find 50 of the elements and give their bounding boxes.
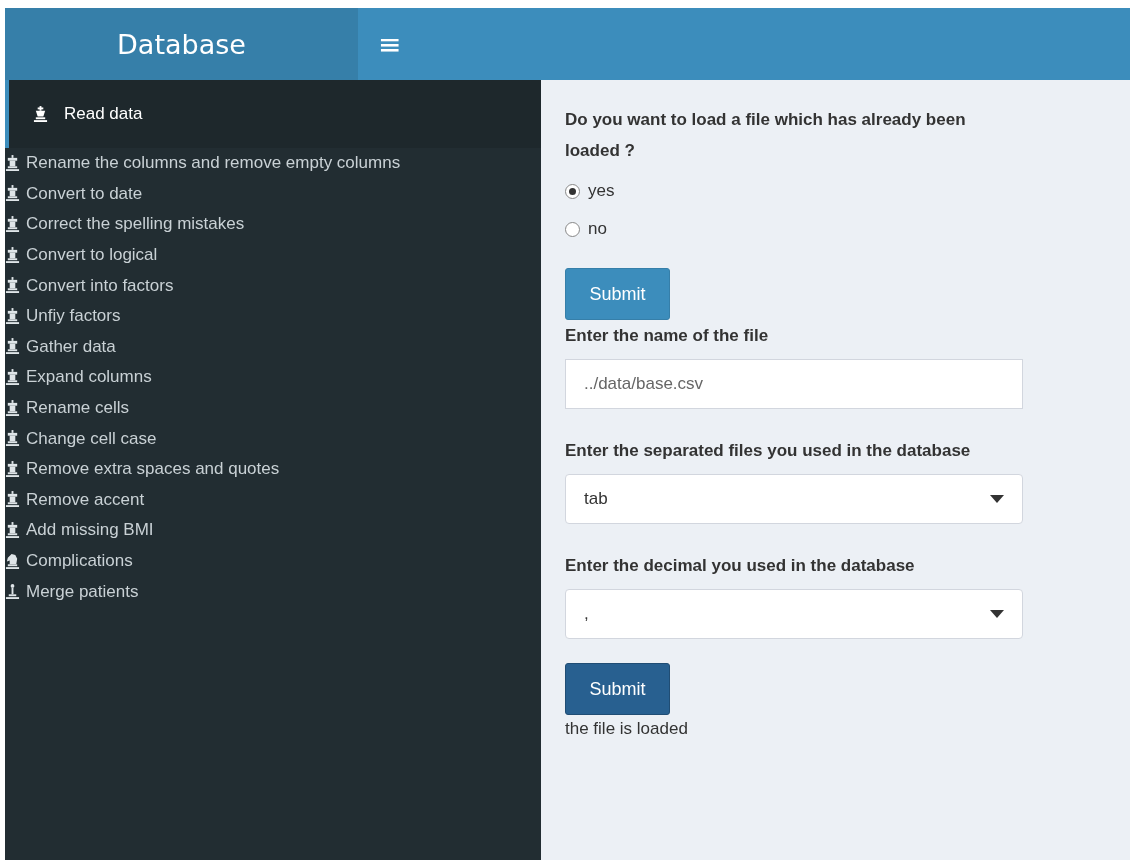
sidebar-item[interactable]: Rename the columns and remove empty columns — [5, 148, 541, 179]
radio-option[interactable]: no — [565, 210, 1130, 248]
sidebar-item[interactable]: Read data — [5, 80, 541, 148]
sidebar-item[interactable]: Correct the spelling mistakes — [5, 209, 541, 240]
submit-button[interactable]: Submit — [565, 663, 670, 715]
question-label: Do you want to load a file which has already been loaded ? — [565, 109, 967, 162]
sidebar-item[interactable]: Convert into factors — [5, 270, 541, 301]
app-title: Database — [5, 8, 358, 80]
decimal-select[interactable]: , — [565, 589, 1023, 639]
rook-icon — [5, 368, 20, 386]
sidebar-item[interactable]: Convert to date — [5, 178, 541, 210]
rook-icon — [5, 154, 20, 172]
sidebar-item[interactable]: Gather data — [5, 331, 541, 363]
sidebar-item[interactable]: Merge patients — [5, 576, 541, 607]
sidebar-item[interactable]: Complications — [5, 545, 541, 577]
sidebar-item[interactable]: Convert to logical — [5, 239, 541, 271]
rook-icon — [5, 460, 20, 478]
file-name-field[interactable]: ../data/base.csv — [565, 359, 1023, 409]
pawn-icon — [5, 583, 20, 601]
radio-button[interactable] — [565, 183, 580, 199]
field-label: Enter the name of the file — [565, 325, 770, 347]
rook-icon — [5, 307, 20, 325]
rook-icon — [5, 246, 20, 264]
menu-button[interactable]: ≡ — [358, 8, 422, 80]
sidebar-item[interactable]: Remove extra spaces and quotes — [5, 453, 541, 485]
rook-icon — [5, 185, 20, 203]
radio-button[interactable] — [565, 221, 580, 237]
rook-icon — [5, 338, 20, 356]
sidebar-item[interactable]: Expand columns — [5, 362, 541, 393]
rook-icon — [5, 521, 20, 539]
field-label: Enter the decimal you used in the database — [565, 555, 916, 577]
status-text: the file is loaded — [565, 719, 689, 739]
sidebar-item[interactable]: Rename cells — [5, 392, 541, 424]
radio-option[interactable]: yes — [565, 172, 1130, 210]
rook-icon — [5, 430, 20, 448]
caret-icon — [990, 610, 1004, 618]
rook-icon — [5, 399, 20, 417]
submit-button[interactable]: Submit — [565, 268, 670, 320]
rook-icon — [5, 491, 20, 509]
field-label: Enter the separated files you used in the database — [565, 440, 972, 462]
sidebar-item[interactable]: Remove accent — [5, 484, 541, 516]
rook-icon — [5, 277, 20, 295]
rook-icon — [5, 216, 20, 233]
king-icon — [33, 105, 48, 123]
sidebar-item[interactable]: Unfiy factors — [5, 300, 541, 332]
separator-select[interactable]: tab — [565, 474, 1023, 524]
knight-icon — [5, 552, 20, 570]
caret-icon — [990, 495, 1004, 503]
sidebar-item[interactable]: Add missing BMI — [5, 515, 541, 546]
sidebar-item[interactable]: Change cell case — [5, 423, 541, 454]
